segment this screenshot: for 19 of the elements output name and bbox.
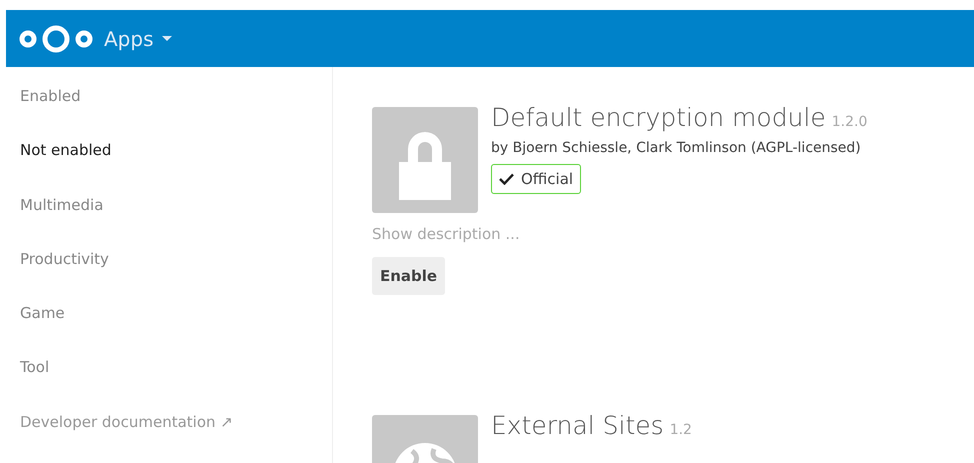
- checkmark-icon: [499, 173, 514, 185]
- sidebar-item[interactable]: Enabled: [6, 87, 332, 142]
- enable-button[interactable]: Enable: [372, 257, 446, 295]
- sidebar-item[interactable]: Tool: [6, 358, 332, 413]
- app-name: Default encryption module: [491, 103, 826, 132]
- documentation-link[interactable]: Developer documentation ↗: [6, 412, 332, 463]
- caret-icon: [162, 36, 172, 42]
- apps-menu[interactable]: Apps: [104, 26, 172, 50]
- sidebar-item[interactable]: Multimedia: [6, 196, 332, 250]
- app-author: by Bjoern Schiessle, Clark Tomlinson (AGPL-licensed): [491, 140, 862, 156]
- lock-icon: [372, 107, 478, 213]
- app-version: 1.2: [670, 422, 692, 438]
- sidebar-item[interactable]: Productivity: [6, 250, 332, 304]
- app-name: External Sites: [491, 411, 664, 440]
- sidebar-item[interactable]: Game: [6, 304, 332, 358]
- official-badge: Official: [491, 164, 582, 194]
- sidebar-item[interactable]: Not enabled: [6, 141, 332, 196]
- show-description-link[interactable]: Show description ...: [372, 225, 868, 243]
- app-version: 1.2.0: [832, 114, 868, 130]
